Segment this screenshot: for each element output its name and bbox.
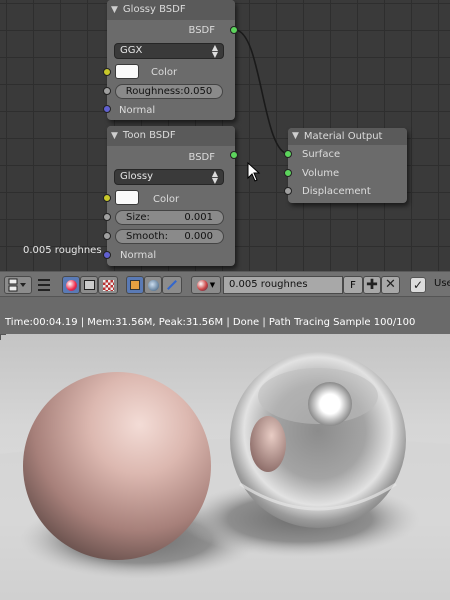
- collapse-triangle-icon[interactable]: ▼: [111, 126, 118, 146]
- unlink-material-button[interactable]: ✕: [381, 276, 400, 294]
- fake-user-button[interactable]: F: [343, 276, 363, 294]
- toon-smooth-slider[interactable]: Smooth: 0.000: [115, 229, 224, 244]
- material-sphere-icon: [196, 279, 208, 291]
- node-editor[interactable]: ▼ Glossy BSDF BSDF GGX ▲ ▼ Color Roughnes…: [0, 0, 450, 271]
- glossy-distribution-value: GGX: [120, 45, 143, 56]
- check-icon: ✓: [412, 278, 424, 292]
- surface-input-label: Surface: [302, 149, 341, 160]
- smooth-value: 0.000: [184, 231, 213, 242]
- glossy-color-swatch[interactable]: [115, 64, 139, 79]
- size-value: 0.001: [184, 212, 213, 223]
- mouse-cursor-icon: [247, 162, 261, 182]
- render-status-bar: Time:00:04.19 | Mem:31.56M, Peak:31.56M …: [0, 297, 450, 334]
- glossy-normal-label: Normal: [119, 105, 156, 116]
- toon-normal-label: Normal: [120, 250, 157, 261]
- material-output-node[interactable]: ▼ Material Output Surface Volume Displac…: [288, 128, 407, 203]
- collapse-triangle-icon[interactable]: ▼: [111, 0, 118, 20]
- glossy-roughness-slider[interactable]: Roughness:0.050: [115, 84, 223, 99]
- material-browse-button[interactable]: ▼: [191, 276, 221, 294]
- toon-node-title: Toon BSDF: [122, 130, 176, 141]
- object-shading-button[interactable]: [126, 276, 144, 294]
- brush-icon: [167, 280, 177, 290]
- render-status-text: Time:00:04.19 | Mem:31.56M, Peak:31.56M …: [5, 317, 416, 328]
- editor-type-button[interactable]: [4, 276, 32, 294]
- new-material-button[interactable]: ✚: [363, 276, 381, 294]
- use-nodes-checkbox[interactable]: ✓: [410, 277, 426, 293]
- close-icon: ✕: [385, 277, 396, 292]
- toon-bsdf-node[interactable]: ▼ Toon BSDF BSDF Glossy ▲ ▼ Color Size: 0…: [107, 126, 235, 266]
- fake-user-label: F: [350, 279, 356, 291]
- toon-component-value: Glossy: [120, 171, 153, 182]
- corner-marker: [0, 334, 6, 340]
- toon-smooth-input-socket[interactable]: [103, 232, 111, 240]
- glossy-color-input-socket[interactable]: [103, 68, 111, 76]
- roughness-label: Roughness:: [125, 86, 184, 97]
- toon-size-input-socket[interactable]: [103, 213, 111, 221]
- toon-color-input-socket[interactable]: [103, 194, 111, 202]
- material-output-header[interactable]: ▼ Material Output: [288, 128, 407, 145]
- material-name-field[interactable]: 0.005 roughnes: [223, 276, 343, 294]
- frame-label: 0.005 roughnes: [23, 245, 102, 256]
- glossy-bsdf-node[interactable]: ▼ Glossy BSDF BSDF GGX ▲ ▼ Color Roughnes…: [107, 0, 235, 120]
- toon-component-dropdown[interactable]: Glossy ▲ ▼: [114, 169, 224, 185]
- use-nodes-label: Use: [434, 278, 450, 289]
- shader-nodes-button[interactable]: [62, 276, 80, 294]
- cube-icon: [130, 280, 140, 290]
- glossy-normal-input-socket[interactable]: [103, 105, 111, 113]
- volume-input-label: Volume: [302, 168, 340, 179]
- material-output-title: Material Output: [303, 131, 383, 142]
- glossy-distribution-dropdown[interactable]: GGX ▲ ▼: [114, 43, 224, 59]
- compositing-icon: [83, 280, 95, 290]
- displacement-input-socket[interactable]: [284, 187, 292, 195]
- world-icon: [147, 279, 159, 291]
- toon-color-swatch[interactable]: [115, 190, 139, 205]
- dropdown-arrows-icon: ▲ ▼: [211, 43, 218, 59]
- toon-node-header[interactable]: ▼ Toon BSDF: [107, 126, 235, 146]
- surface-input-socket[interactable]: [284, 150, 292, 158]
- toon-bsdf-output-label: BSDF: [188, 152, 215, 163]
- toon-size-slider[interactable]: Size: 0.001: [115, 210, 224, 225]
- smooth-label: Smooth:: [126, 231, 168, 242]
- texture-nodes-button[interactable]: [98, 276, 118, 294]
- roughness-value: 0.050: [183, 86, 213, 97]
- glossy-roughness-input-socket[interactable]: [103, 87, 111, 95]
- checker-texture-icon: [102, 279, 114, 291]
- glossy-bsdf-output-label: BSDF: [188, 25, 215, 36]
- plus-icon: ✚: [366, 277, 378, 293]
- line-style-button[interactable]: [162, 276, 182, 294]
- glossy-bsdf-output-socket[interactable]: [230, 26, 238, 34]
- collapse-triangle-icon[interactable]: ▼: [292, 128, 299, 145]
- shader-sphere-icon: [65, 279, 77, 291]
- rendered-spheres-image: [0, 334, 450, 600]
- menu-icon[interactable]: [38, 279, 50, 291]
- render-result-image[interactable]: [0, 334, 450, 600]
- toon-color-label: Color: [153, 194, 180, 205]
- glossy-color-label: Color: [151, 67, 178, 78]
- toon-bsdf-output-socket[interactable]: [230, 151, 238, 159]
- volume-input-socket[interactable]: [284, 169, 292, 177]
- world-shading-button[interactable]: [144, 276, 162, 294]
- displacement-input-label: Displacement: [302, 186, 371, 197]
- toon-normal-input-socket[interactable]: [103, 251, 111, 259]
- dropdown-arrow-icon: ▼: [209, 281, 216, 289]
- size-label: Size:: [126, 212, 150, 223]
- glossy-node-title: Glossy BSDF: [122, 4, 186, 15]
- glossy-node-header[interactable]: ▼ Glossy BSDF: [107, 0, 235, 20]
- node-editor-header: ▼ 0.005 roughnes F ✚ ✕ ✓ Use: [0, 271, 450, 297]
- dropdown-arrows-icon: ▲ ▼: [211, 169, 218, 185]
- node-editor-icon: [8, 278, 26, 292]
- compositing-nodes-button[interactable]: [80, 276, 98, 294]
